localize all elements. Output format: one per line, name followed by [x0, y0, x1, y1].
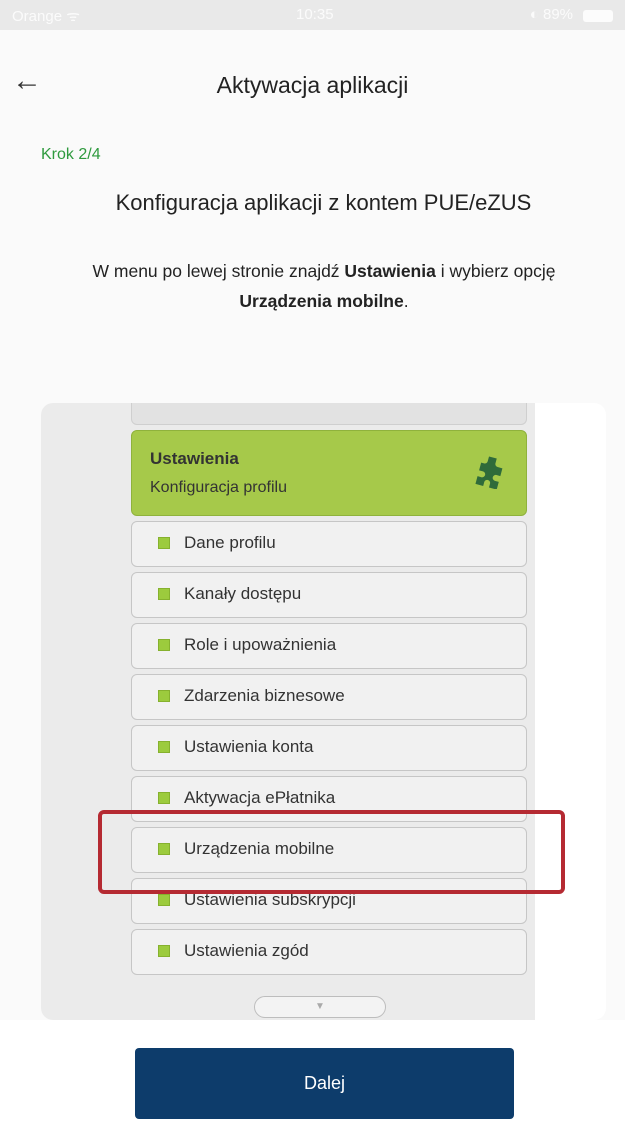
- bullet-icon: [158, 894, 170, 906]
- menu-item-label: Dane profilu: [184, 533, 276, 552]
- status-bar: Orange ᯤ 10:35 ◐ 89%: [0, 0, 625, 30]
- battery-icon: [583, 10, 613, 22]
- menu-item-zdarzenia: Zdarzenia biznesowe: [131, 674, 527, 720]
- step-indicator: Krok 2/4: [41, 146, 101, 163]
- next-button[interactable]: Dalej: [135, 1048, 514, 1119]
- bullet-icon: [158, 690, 170, 702]
- menu-item-dane-profilu: Dane profilu: [131, 521, 527, 567]
- settings-subtitle: Konfiguracja profilu: [150, 479, 287, 496]
- footer: Dalej: [0, 1020, 625, 1136]
- app-header: ← Aktywacja aplikacji: [0, 30, 625, 130]
- menu-item-label: Ustawienia konta: [184, 737, 314, 756]
- menu-item-ustawienia-konta: Ustawienia konta: [131, 725, 527, 771]
- menu-item-label: Zdarzenia biznesowe: [184, 686, 345, 705]
- instruction-part: .: [403, 291, 409, 312]
- bullet-icon: [158, 945, 170, 957]
- instruction-bold-mobile: Urządzenia mobilne: [239, 291, 404, 312]
- battery-percent: ◐ 89%: [529, 6, 573, 23]
- settings-title: Ustawienia: [150, 449, 239, 468]
- instruction-text: W menu po lewej stronie znajdź Ustawieni…: [50, 256, 598, 316]
- page-title: Aktywacja aplikacji: [216, 72, 409, 98]
- carrier-label: Orange ᯤ: [12, 8, 80, 25]
- bullet-icon: [158, 537, 170, 549]
- bullet-icon: [158, 588, 170, 600]
- menu-item-zgody: Ustawienia zgód: [131, 929, 527, 975]
- menu-illustration: Ustawienia Konfiguracja profilu Dane pro…: [41, 403, 606, 1020]
- bullet-icon: [158, 792, 170, 804]
- highlight-frame: [98, 810, 565, 894]
- puzzle-icon: [475, 456, 503, 489]
- bullet-icon: [158, 639, 170, 651]
- settings-menu-header: Ustawienia Konfiguracja profilu: [131, 430, 527, 516]
- clock: 10:35: [296, 6, 334, 23]
- menu-item-label: Ustawienia zgód: [184, 941, 309, 960]
- menu-item-label: Role i upoważnienia: [184, 635, 337, 654]
- bullet-icon: [158, 741, 170, 753]
- chevron-down-icon: ▼: [254, 996, 386, 1018]
- menu-item-kanaly-dostepu: Kanały dostępu: [131, 572, 527, 618]
- menu-top-item: [131, 403, 527, 425]
- instruction-part: i wybierz opcję: [435, 261, 556, 281]
- menu-item-label: Aktywacja ePłatnika: [184, 788, 336, 807]
- instruction-part: W menu po lewej stronie znajdź: [92, 261, 345, 281]
- instruction-bold-settings: Ustawienia: [344, 261, 436, 281]
- menu-item-role: Role i upoważnienia: [131, 623, 527, 669]
- section-subtitle: Konfiguracja aplikacji z kontem PUE/eZUS: [115, 190, 532, 215]
- menu-item-label: Kanały dostępu: [184, 584, 302, 603]
